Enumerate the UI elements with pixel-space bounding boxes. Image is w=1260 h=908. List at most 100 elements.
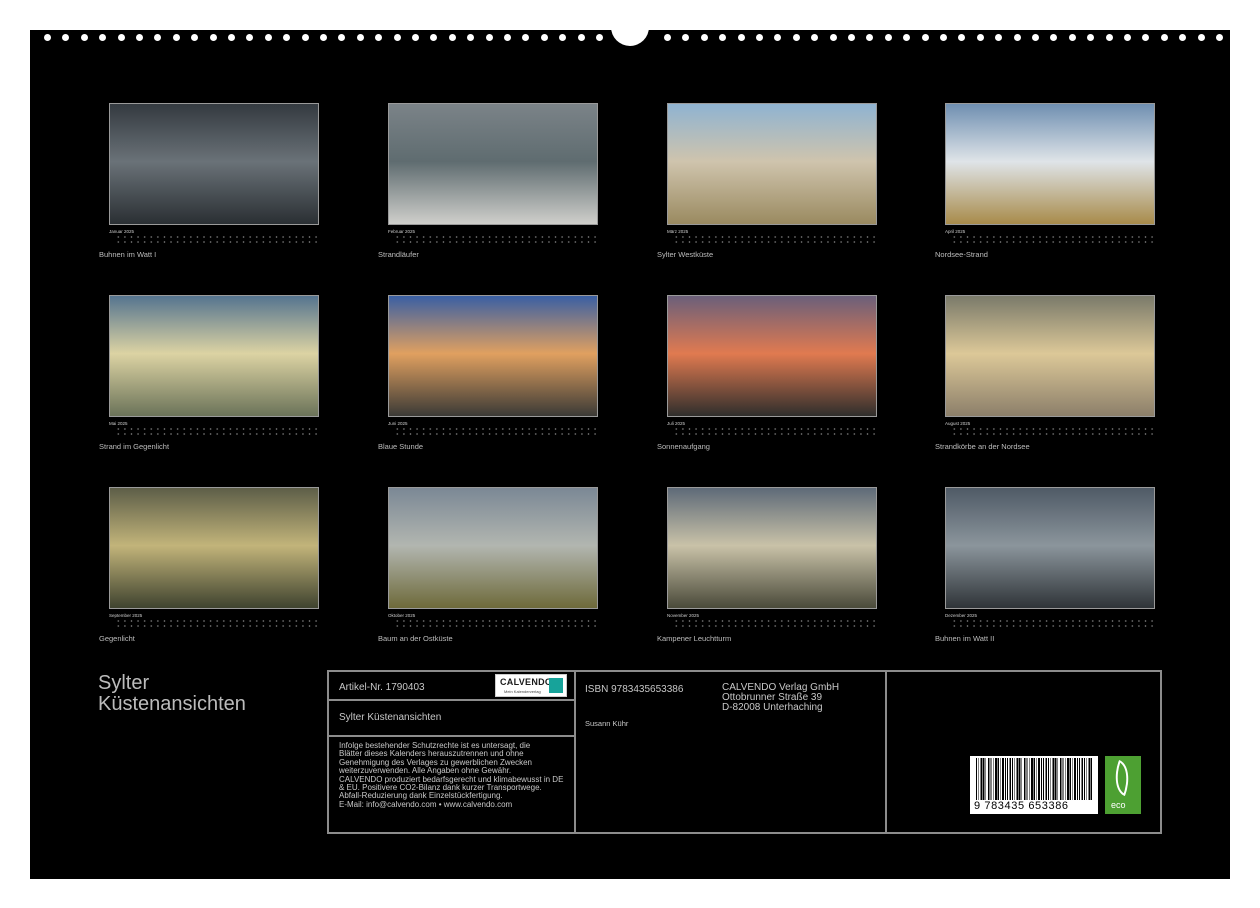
binding-hole: [191, 34, 199, 41]
publisher-line: D-82008 Unterhaching: [722, 702, 823, 713]
binding-hole: [448, 34, 456, 41]
photo-caption: Strand im Gegenlicht: [99, 442, 170, 451]
month-tile: März 2025 Sylter Westküste: [657, 103, 877, 273]
binding-hole: [504, 34, 511, 41]
publisher-address: CALVENDO Verlag GmbH Ottobrunner Straße 3…: [722, 683, 839, 713]
binding-hole: [430, 34, 438, 41]
leaf-icon: [1108, 759, 1136, 797]
month-tile: Februar 2025 Strandläufer: [378, 103, 598, 273]
binding-hole: [356, 34, 364, 41]
calendar-day-row: [673, 619, 877, 623]
month-name: Dezember 2025: [945, 613, 978, 618]
month-photo: [667, 103, 877, 225]
binding-hole: [393, 34, 401, 41]
binding-hole: [958, 34, 966, 41]
calendar-day-row: [951, 624, 1155, 628]
calendar-day-row: [951, 427, 1155, 431]
month-name: März 2025: [667, 229, 689, 234]
isbn-barcode: 9 783435 653386: [970, 756, 1098, 814]
calendar-title: Sylter Küstenansichten: [98, 673, 246, 715]
legal-line: E-Mail: info@calvendo.com • www.calvendo…: [339, 799, 513, 809]
calendar-day-row: [115, 240, 319, 244]
month-tile: Januar 2025 Buhnen im Watt I: [99, 103, 319, 273]
month-name: April 2025: [945, 229, 966, 234]
binding-hole: [700, 34, 708, 41]
photo-caption: Buhnen im Watt II: [935, 634, 995, 643]
photo-caption: Baum an der Ostküste: [378, 634, 453, 643]
binding-hole: [940, 34, 947, 41]
month-photo: [945, 103, 1155, 225]
month-photo: [945, 295, 1155, 417]
binding-hole: [209, 34, 217, 41]
binding-hole: [99, 34, 107, 41]
logo-subtext: Mein Kalenderverlag: [504, 689, 541, 694]
product-title: Sylter Küstenansichten: [339, 712, 442, 723]
month-name: Juli 2025: [667, 421, 686, 426]
calendar-day-row: [394, 235, 598, 239]
binding-hole: [596, 34, 603, 41]
eco-badge: eco: [1105, 756, 1141, 814]
divider: [574, 672, 576, 832]
month-photo: [667, 295, 877, 417]
spiral-binding: [30, 16, 1230, 46]
binding-hole: [338, 34, 346, 41]
month-tile: Dezember 2025 Buhnen im Watt II: [935, 487, 1155, 657]
binding-hole: [884, 34, 892, 41]
month-tile: November 2025 Kampener Leuchtturm: [657, 487, 877, 657]
binding-hole: [976, 34, 984, 41]
calendar-day-row: [394, 240, 598, 244]
photo-caption: Buhnen im Watt I: [99, 250, 157, 259]
article-number: Artikel-Nr. 1790403: [339, 682, 425, 693]
binding-hole: [154, 34, 162, 41]
binding-hole: [283, 34, 291, 41]
calendar-day-row: [115, 619, 319, 623]
binding-hole: [756, 34, 763, 41]
month-photo: [945, 487, 1155, 609]
calendar-day-row: [394, 624, 598, 628]
binding-hole: [117, 34, 125, 41]
binding-hole: [1124, 34, 1131, 41]
calendar-day-row: [673, 235, 877, 239]
month-tile: August 2025 Strandkörbe an der Nordsee: [935, 295, 1155, 465]
binding-hole: [792, 34, 800, 41]
binding-hole: [375, 34, 383, 41]
binding-hole: [1197, 34, 1205, 41]
barcode-bars: [976, 758, 1092, 800]
binding-hole: [136, 34, 143, 41]
binding-hole: [62, 34, 70, 41]
month-name: Februar 2025: [388, 229, 416, 234]
binding-hole: [811, 34, 819, 41]
calendar-day-row: [115, 427, 319, 431]
month-tile: April 2025 Nordsee-Strand: [935, 103, 1155, 273]
binding-hole: [903, 34, 911, 41]
photo-caption: Blaue Stunde: [378, 442, 424, 451]
calendar-day-row: [951, 619, 1155, 623]
month-photo: [667, 487, 877, 609]
binding-hole: [522, 34, 530, 41]
month-name: September 2025: [109, 613, 143, 618]
binding-hole: [664, 34, 671, 41]
binding-hole: [264, 34, 272, 41]
calendar-day-row: [394, 427, 598, 431]
month-tile: Juli 2025 Sonnenaufgang: [657, 295, 877, 465]
calendar-day-row: [951, 235, 1155, 239]
divider: [885, 672, 887, 832]
month-photo: [109, 295, 319, 417]
divider: [329, 735, 574, 737]
calendar-day-row: [951, 240, 1155, 244]
binding-hole: [320, 34, 327, 41]
binding-hole: [774, 34, 782, 41]
binding-hole: [719, 34, 727, 41]
divider: [329, 699, 574, 701]
month-tile: Juni 2025 Blaue Stunde: [378, 295, 598, 465]
binding-hole: [1179, 34, 1187, 41]
calendar-day-row: [394, 619, 598, 623]
binding-hole: [1068, 34, 1076, 41]
binding-hole: [485, 34, 493, 41]
binding-hole: [540, 34, 548, 41]
title-line-1: Sylter: [98, 672, 150, 694]
binding-hole: [559, 34, 567, 41]
imprint-box: Artikel-Nr. 1790403 CALVENDO Mein Kalend…: [327, 670, 1162, 834]
month-photo: [388, 487, 598, 609]
month-photo: [388, 103, 598, 225]
